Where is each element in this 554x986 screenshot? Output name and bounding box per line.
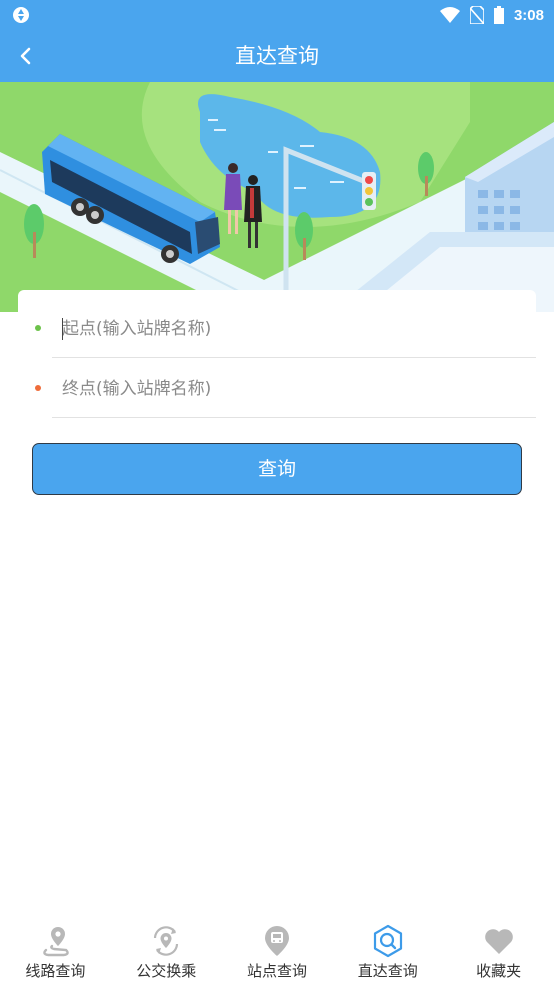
banner-illustration [0,82,554,312]
start-row [18,298,552,358]
start-station-input[interactable] [52,306,552,352]
no-sim-icon [469,6,484,24]
heart-icon [484,929,513,954]
tab-label: 收藏夹 [476,962,522,980]
tab-transfer[interactable]: 公交换乘 [111,918,222,986]
transfer-location-icon [154,926,179,956]
wifi-icon [439,7,460,23]
title-bar: 直达查询 [0,30,554,82]
app-notification-icon [13,7,29,23]
direct-search-icon [373,924,402,958]
page-title: 直达查询 [235,44,319,68]
tab-label: 线路查询 [25,962,86,980]
tab-label: 公交换乘 [136,962,197,980]
city-bus-illustration [0,82,554,312]
station-pin-icon [264,926,289,956]
tab-label: 直达查询 [357,962,418,980]
end-station-input[interactable] [52,366,552,412]
route-form [18,290,552,420]
status-time: 3:08 [513,6,544,24]
battery-icon [493,6,504,24]
chevron-left-icon [20,47,31,65]
query-button[interactable]: 查询 [32,443,522,495]
start-dot-icon [35,325,41,331]
status-bar: 3:08 [0,0,554,30]
tab-favorites[interactable]: 收藏夹 [443,918,554,986]
bottom-tab-bar: 线路查询 公交换乘 站点查询 直达查询 收藏夹 [0,918,554,986]
end-row [18,358,552,418]
tab-station-query[interactable]: 站点查询 [222,918,333,986]
end-dot-icon [35,385,41,391]
text-cursor [62,318,63,340]
tab-label: 站点查询 [246,962,307,980]
divider [52,417,536,418]
back-button[interactable] [10,42,40,70]
tab-direct-query[interactable]: 直达查询 [332,918,443,986]
route-pin-icon [43,927,70,957]
tab-route-query[interactable]: 线路查询 [0,918,111,986]
